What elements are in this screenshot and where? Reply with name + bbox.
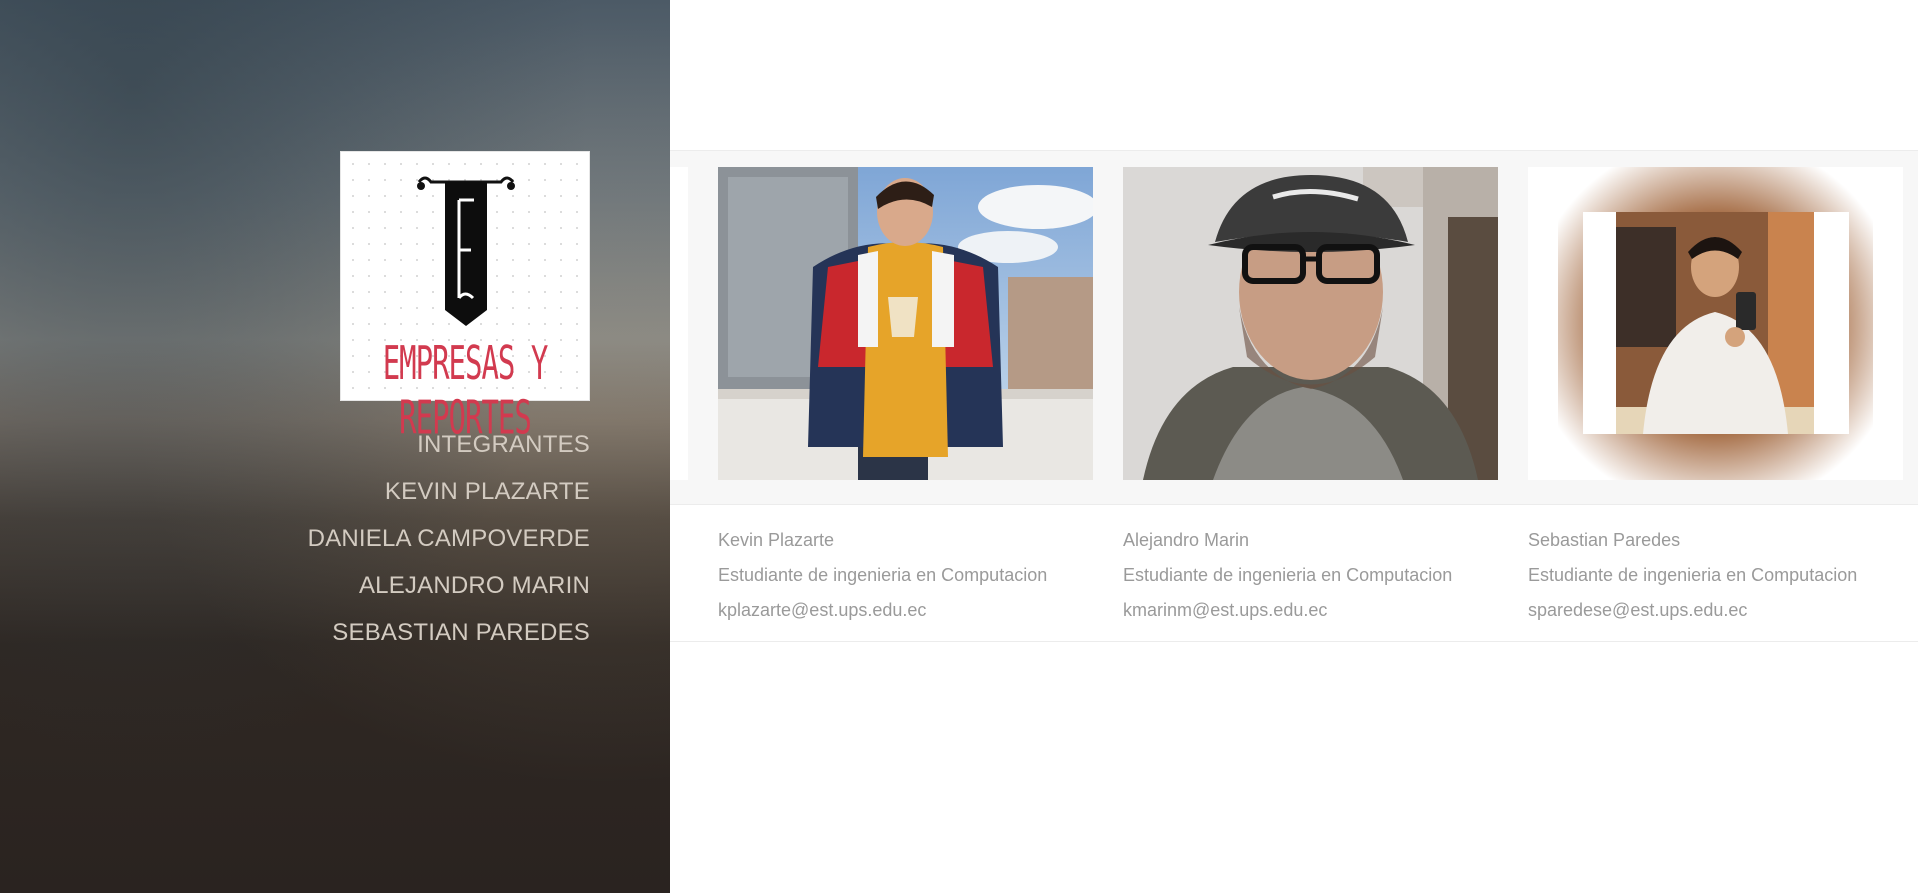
nav-item-integrantes[interactable]: INTEGRANTES bbox=[170, 421, 590, 468]
partial-photo bbox=[670, 167, 688, 480]
sidebar-nav: INTEGRANTES KEVIN PLAZARTE DANIELA CAMPO… bbox=[170, 421, 590, 656]
nav-item-kevin-plazarte[interactable]: KEVIN PLAZARTE bbox=[170, 468, 590, 515]
member-photo-kevin[interactable] bbox=[718, 167, 1093, 480]
member-email[interactable]: kplazarte@est.ups.edu.ec bbox=[718, 593, 1098, 628]
member-name: Kevin Plazarte bbox=[718, 530, 835, 550]
nav-item-alejandro-marin[interactable]: ALEJANDRO MARIN bbox=[170, 562, 590, 609]
member-caption-sebastian: Sebastian Paredes Estudiante de ingenier… bbox=[1528, 523, 1908, 628]
member-role: Estudiante de ingenieria en Computacion bbox=[1528, 565, 1858, 585]
member-photo-alejandro[interactable] bbox=[1123, 167, 1498, 480]
member-caption-kevin: Kevin Plazarte Estudiante de ingenieria … bbox=[718, 523, 1098, 628]
brand-logo[interactable]: EMPRESAS Y REPORTES bbox=[340, 151, 590, 445]
nav-item-sebastian-paredes[interactable]: SEBASTIAN PAREDES bbox=[170, 609, 590, 656]
member-role: Estudiante de ingenieria en Computacion bbox=[718, 565, 1048, 585]
members-section: Kevin Plazarte Estudiante de ingenieria … bbox=[670, 0, 1918, 893]
nav-item-daniela-campoverde[interactable]: DANIELA CAMPOVERDE bbox=[170, 515, 590, 562]
member-name: Sebastian Paredes bbox=[1528, 530, 1681, 550]
member-role: Estudiante de ingenieria en Computacion bbox=[1123, 565, 1453, 585]
member-photo-sebastian[interactable] bbox=[1528, 167, 1903, 480]
member-caption-alejandro: Alejandro Marin Estudiante de ingenieria… bbox=[1123, 523, 1503, 628]
member-email[interactable]: kmarinm@est.ups.edu.ec bbox=[1123, 593, 1503, 628]
member-email[interactable]: sparedese@est.ups.edu.ec bbox=[1528, 593, 1908, 628]
member-name: Alejandro Marin bbox=[1123, 530, 1250, 550]
sidebar: EMPRESAS Y REPORTES INTEGRANTES KEVIN PL… bbox=[0, 0, 670, 893]
